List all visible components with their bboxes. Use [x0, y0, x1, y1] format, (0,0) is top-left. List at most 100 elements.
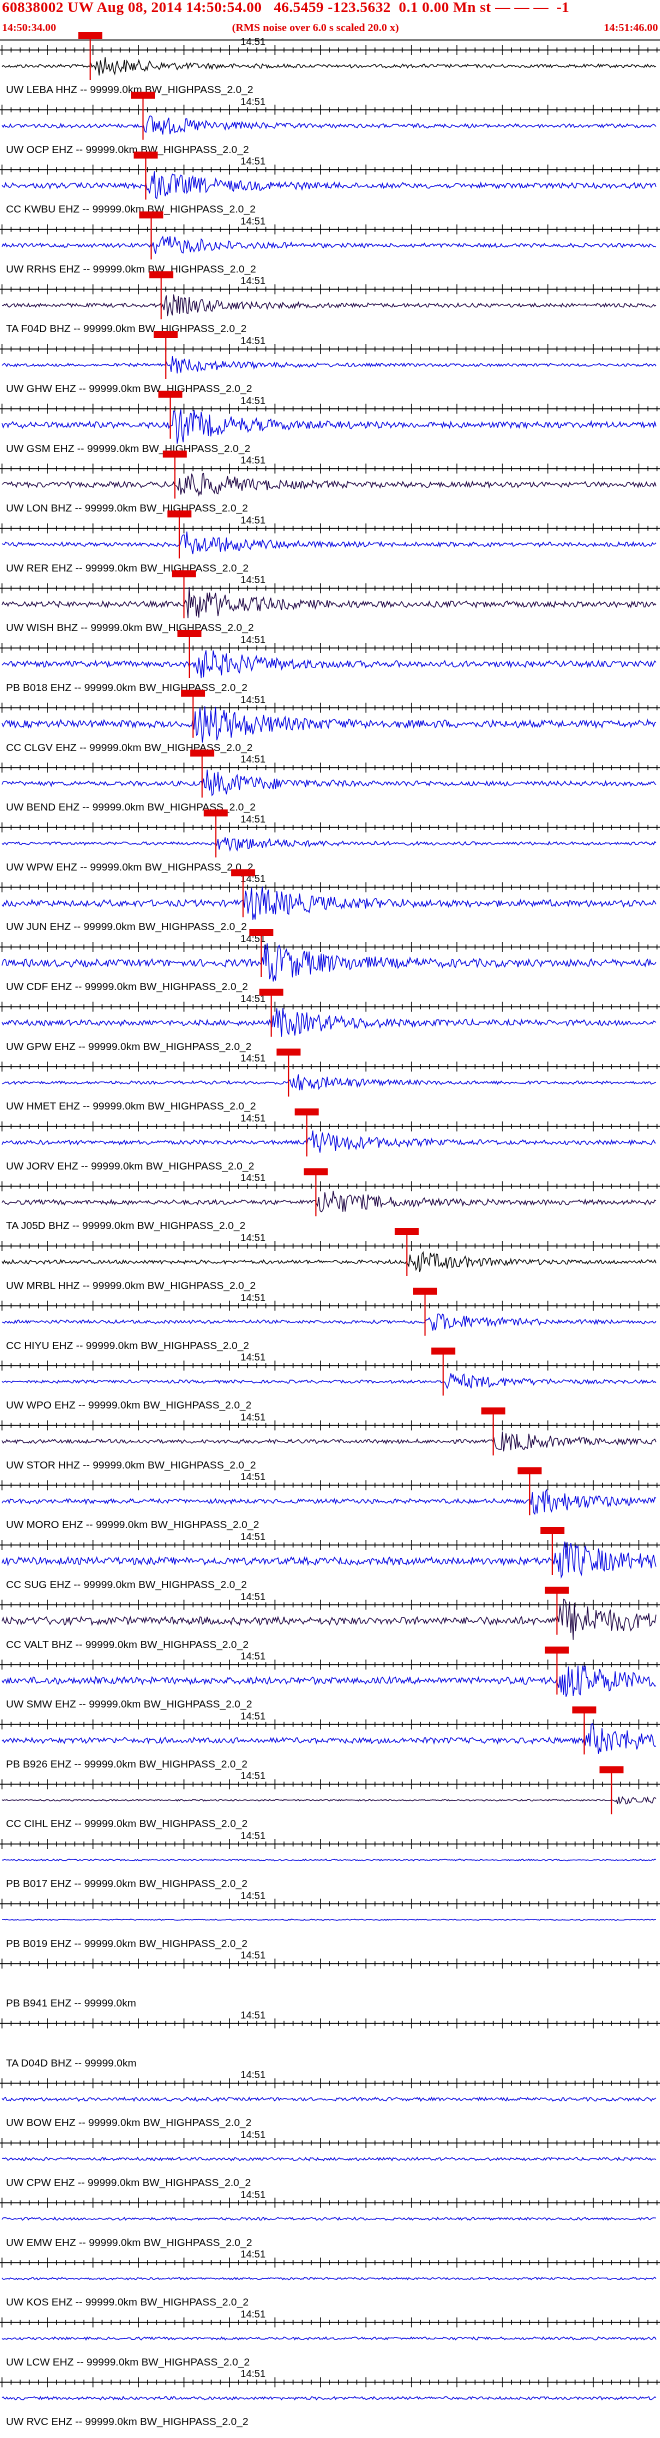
trace-10: 14:51 PB B018 EHZ -- 99999.0km BW_HIGHPAS…: [0, 630, 660, 694]
time-tick-label: 14:51: [241, 1113, 266, 1124]
pick-flag: [190, 749, 215, 757]
station-label: PB B018 EHZ -- 99999.0km BW_HIGHPASS_2.0…: [6, 682, 248, 694]
waveform: [1, 409, 657, 444]
pick-flag: [276, 1048, 301, 1056]
time-tick-label: 14:51: [241, 814, 266, 825]
trace-27: 14:51 UW SMW EHZ -- 99999.0km BW_HIGHPASS…: [0, 1646, 660, 1711]
time-tick-label: 14:51: [241, 2369, 266, 2380]
waveform: [1, 1796, 657, 1805]
time-tick-label: 14:51: [241, 336, 266, 347]
waveform: [1, 1488, 657, 1515]
time-tick-label: 14:51: [241, 2010, 266, 2021]
waveform: [1, 886, 657, 920]
station-label: UW OCP EHZ -- 99999.0km BW_HIGHPASS_2.0_…: [6, 144, 249, 156]
pick-flag: [431, 1347, 456, 1355]
trace-20: 14:51 UW MRBL HHZ -- 99999.0km BW_HIGHPAS…: [0, 1228, 660, 1292]
time-tick-label: 14:51: [241, 1353, 266, 1364]
seismogram-chart: 14:51UW LEBA HHZ -- 99999.0km BW_HIGHPAS…: [0, 32, 660, 2428]
waveform: [1, 837, 657, 852]
station-label: UW MORO EHZ -- 99999.0km BW_HIGHPASS_2.0…: [6, 1519, 259, 1531]
trace-0: 14:51 UW LEBA HHZ -- 99999.0km BW_HIGHPAS…: [0, 32, 660, 96]
trace-15: 14:51UW CDF EHZ -- 99999.0km BW_HIGHPASS…: [0, 929, 660, 993]
pick-flag: [158, 390, 183, 398]
station-label: UW CPW EHZ -- 99999.0km BW_HIGHPASS_2.0_…: [6, 2177, 251, 2189]
station-label: UW LEBA HHZ -- 99999.0km BW_HIGHPASS_2.0…: [6, 84, 253, 96]
station-label: UW BOW EHZ -- 99999.0km BW_HIGHPASS_2.0_…: [6, 2117, 252, 2129]
station-label: CC CLGV EHZ -- 99999.0km BW_HIGHPASS_2.0…: [6, 742, 253, 754]
waveform: [1, 171, 657, 200]
pick-flag: [544, 1646, 569, 1654]
station-label: UW HMET EHZ -- 99999.0km BW_HIGHPASS_2.0…: [6, 1101, 256, 1113]
time-tick-label: 14:51: [241, 276, 266, 287]
station-label: UW GPW EHZ -- 99999.0km BW_HIGHPASS_2.0_…: [6, 1041, 252, 1053]
trace-13: 14:51 UW WPW EHZ -- 99999.0km BW_HIGHPASS…: [0, 809, 660, 873]
waveform: [1, 1665, 657, 1697]
waveform: [1, 769, 657, 797]
trace-23: 14:51 UW STOR HHZ -- 99999.0km BW_HIGHPAS…: [0, 1407, 660, 1471]
waveform: [1, 355, 657, 374]
waveform: [2, 1918, 657, 1921]
pick-flag: [171, 570, 196, 578]
station-label: CC KWBU EHZ -- 99999.0km BW_HIGHPASS_2.0…: [6, 204, 256, 216]
time-tick-label: 14:51: [241, 755, 266, 766]
time-tick-label: 14:51: [241, 2190, 266, 2201]
trace-18: 14:51 UW JORV EHZ -- 99999.0km BW_HIGHPAS…: [0, 1108, 660, 1172]
time-tick-label: 14:51: [241, 1233, 266, 1244]
pick-flag: [139, 211, 164, 219]
time-tick-label: 14:51: [241, 1472, 266, 1483]
trace-22: 14:51 UW WPO EHZ -- 99999.0km BW_HIGHPASS…: [0, 1347, 660, 1412]
trace-1: 14:51 UW OCP EHZ -- 99999.0km BW_HIGHPASS…: [0, 91, 660, 156]
waveform: [1, 2216, 657, 2221]
trace-36: 14:51 UW EMW EHZ -- 99999.0km BW_HIGHPASS…: [0, 2190, 660, 2249]
time-tick-label: 14:51: [241, 1173, 266, 1184]
trace-24: 14:51 UW MORO EHZ -- 99999.0km BW_HIGHPAS…: [0, 1467, 660, 1531]
time-tick-label: 14:51: [241, 396, 266, 407]
trace-16: 14:51UW GPW EHZ -- 99999.0km BW_HIGHPASS…: [0, 988, 660, 1053]
station-label: UW KOS EHZ -- 99999.0km BW_HIGHPASS_2.0_…: [6, 2297, 249, 2309]
station-label: UW SMW EHZ -- 99999.0km BW_HIGHPASS_2.0_…: [6, 1699, 252, 1711]
time-tick-label: 14:51: [241, 2130, 266, 2141]
waveform: [1, 1858, 657, 1862]
pick-flag: [540, 1527, 565, 1534]
waveform: [1, 472, 657, 497]
pick-flag: [131, 91, 156, 99]
waveform: [1, 2156, 657, 2162]
pick-flag: [162, 450, 187, 458]
trace-12: 14:51UW BEND EHZ -- 99999.0km BW_HIGHPAS…: [0, 749, 660, 814]
trace-17: 14:51 UW HMET EHZ -- 99999.0km BW_HIGHPAS…: [0, 1048, 660, 1113]
time-tick-label: 14:51: [241, 1054, 266, 1065]
trace-35: 14:51 UW CPW EHZ -- 99999.0km BW_HIGHPASS…: [0, 2130, 660, 2189]
time-tick-label: 14:51: [241, 1771, 266, 1782]
waveform: [1, 1008, 657, 1037]
waveform: [1, 1541, 657, 1579]
pick-flag: [413, 1287, 438, 1295]
trace-14: 14:51UW JUN EHZ -- 99999.0km BW_HIGHPASS…: [0, 869, 660, 933]
trace-34: 14:51 UW BOW EHZ -- 99999.0km BW_HIGHPASS…: [0, 2070, 660, 2129]
waveform: [1, 235, 657, 254]
time-tick-label: 14:51: [241, 1592, 266, 1603]
pick-flag: [78, 32, 103, 39]
waveform: [1, 1190, 657, 1213]
station-label: TA F04D BHZ -- 99999.0km BW_HIGHPASS_2.0…: [6, 323, 247, 335]
trace-38: 14:51 UW LCW EHZ -- 99999.0km BW_HIGHPASS…: [0, 2309, 660, 2368]
waveform: [1, 2336, 657, 2341]
pick-flag: [203, 809, 228, 817]
station-label: UW WISH BHZ -- 99999.0km BW_HIGHPASS_2.0…: [6, 622, 254, 634]
station-label: UW EMW EHZ -- 99999.0km BW_HIGHPASS_2.0_…: [6, 2237, 252, 2249]
time-tick-label: 14:51: [241, 695, 266, 706]
waveform: [1, 943, 657, 982]
trace-7: 14:51 UW LON BHZ -- 99999.0km BW_HIGHPASS…: [0, 450, 660, 515]
waveform: [1, 294, 657, 317]
time-tick-label: 14:51: [241, 97, 266, 108]
station-label: PB B941 EHZ -- 99999.0km: [6, 1998, 136, 2010]
station-label: UW STOR HHZ -- 99999.0km BW_HIGHPASS_2.0…: [6, 1459, 256, 1471]
pick-flag: [249, 929, 274, 936]
station-label: UW GHW EHZ -- 99999.0km BW_HIGHPASS_2.0_…: [6, 383, 252, 395]
trace-8: 14:51 UW RER EHZ -- 99999.0km BW_HIGHPASS…: [0, 510, 660, 574]
trace-25: 14:51 CC SUG EHZ -- 99999.0km BW_HIGHPASS…: [0, 1527, 660, 1591]
station-label: TA D04D BHZ -- 99999.0km: [6, 2057, 137, 2069]
trace-6: 14:51 UW GSM EHZ -- 99999.0km BW_HIGHPASS…: [0, 390, 660, 455]
station-label: UW LON BHZ -- 99999.0km BW_HIGHPASS_2.0_…: [6, 503, 248, 515]
waveform: [1, 1251, 657, 1273]
trace-26: 14:51 CC VALT BHZ -- 99999.0km BW_HIGHPAS…: [0, 1586, 660, 1651]
